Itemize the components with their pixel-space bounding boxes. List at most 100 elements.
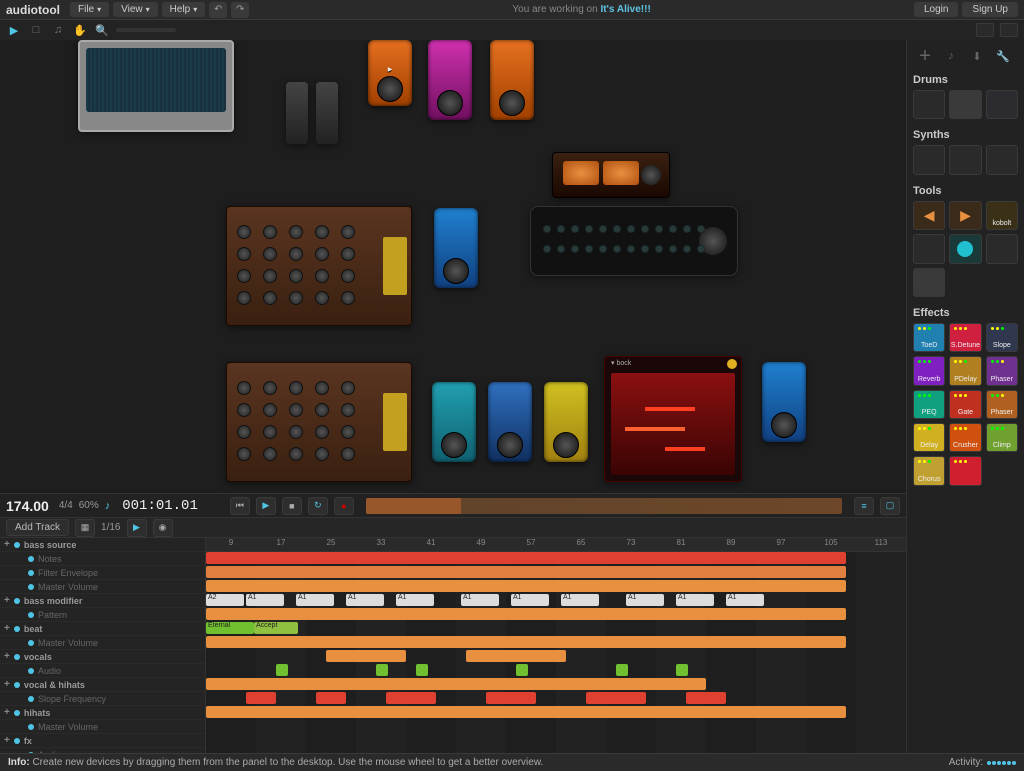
seq-step[interactable] [613, 225, 621, 233]
knob[interactable] [341, 269, 355, 283]
fx-pdelay[interactable]: PDelay [949, 356, 981, 385]
tool-next[interactable]: ▶ [949, 201, 981, 230]
automation-row[interactable]: Audio [0, 664, 205, 678]
drum-machine-3[interactable] [986, 90, 1018, 119]
knob[interactable] [237, 447, 251, 461]
seq-step[interactable] [557, 245, 565, 253]
zoom-slider[interactable] [116, 28, 176, 32]
seq-step[interactable] [697, 245, 705, 253]
knob[interactable] [341, 381, 355, 395]
seq-step[interactable] [585, 245, 593, 253]
knob[interactable] [289, 291, 303, 305]
knob[interactable] [341, 247, 355, 261]
fx-slope[interactable]: Slope [986, 323, 1018, 352]
seq-step[interactable] [543, 245, 551, 253]
stop-icon[interactable]: □ [28, 23, 44, 37]
snap-value[interactable]: 1/16 [101, 522, 120, 533]
expand-icon[interactable]: + [4, 595, 10, 606]
expand-icon[interactable]: + [4, 651, 10, 662]
fx-red[interactable] [949, 456, 981, 485]
fx-sdetune[interactable]: S.Detune [949, 323, 981, 352]
automation-row[interactable]: Audio [0, 748, 205, 753]
pedal-blue-2[interactable] [488, 382, 532, 462]
track-row[interactable]: +vocals [0, 650, 205, 664]
fx-phaser2[interactable]: Phaser [986, 390, 1018, 419]
expand-icon[interactable]: + [4, 539, 10, 550]
drum-machine-2[interactable] [949, 90, 981, 119]
pedal-magenta[interactable] [428, 40, 472, 120]
undo-button[interactable]: ↶ [209, 2, 227, 18]
stop-button[interactable]: ■ [282, 497, 302, 515]
track-row[interactable]: +bass modifier [0, 594, 205, 608]
fx-chorus[interactable]: Chorus [913, 456, 945, 485]
knob[interactable] [341, 403, 355, 417]
device-bock-display[interactable]: ▾ bock [604, 356, 742, 482]
expand-icon[interactable]: + [4, 735, 10, 746]
device-synth-1[interactable] [226, 206, 412, 326]
knob[interactable] [263, 403, 277, 417]
track-row[interactable]: +vocal & hihats [0, 678, 205, 692]
fx-reverb[interactable]: Reverb [913, 356, 945, 385]
tool-pulse[interactable] [949, 234, 981, 263]
expand-icon[interactable]: + [4, 679, 10, 690]
knob[interactable] [237, 291, 251, 305]
play-icon[interactable]: ▶ [6, 23, 22, 37]
seq-step[interactable] [627, 245, 635, 253]
tempo-display[interactable]: 174.00 [6, 498, 49, 514]
automation-row[interactable]: Master Volume [0, 636, 205, 650]
menu-file[interactable]: File [70, 2, 109, 17]
knob[interactable] [263, 447, 277, 461]
time-signature[interactable]: 4/4 [59, 500, 73, 511]
knob[interactable] [315, 291, 329, 305]
knob[interactable] [315, 247, 329, 261]
tune-icon[interactable]: ♪ [943, 48, 959, 64]
fx-toed[interactable]: ToeD [913, 323, 945, 352]
seq-step[interactable] [557, 225, 565, 233]
wrench-icon[interactable]: 🔧 [995, 48, 1011, 64]
minimap-2[interactable] [1000, 23, 1018, 37]
seq-step[interactable] [627, 225, 635, 233]
knob[interactable] [237, 425, 251, 439]
knob[interactable] [315, 381, 329, 395]
folder-icon[interactable]: ▢ [880, 497, 900, 515]
snap-metronome-icon[interactable]: ◉ [153, 519, 173, 537]
knob[interactable] [315, 269, 329, 283]
knob[interactable] [289, 269, 303, 283]
seq-step[interactable] [655, 225, 663, 233]
synth-keys[interactable] [949, 145, 981, 174]
track-row[interactable]: +beat [0, 622, 205, 636]
menu-help[interactable]: Help [162, 2, 206, 17]
pedal-yellow[interactable] [544, 382, 588, 462]
grab-icon[interactable]: ✋ [72, 23, 88, 37]
device-oscilloscope[interactable] [78, 40, 234, 132]
knob[interactable] [289, 447, 303, 461]
seq-step[interactable] [641, 245, 649, 253]
pedal-teal[interactable] [432, 382, 476, 462]
fx-peq[interactable]: PEQ [913, 390, 945, 419]
knob[interactable] [341, 425, 355, 439]
knob[interactable] [289, 247, 303, 261]
knob[interactable] [263, 381, 277, 395]
knob[interactable] [289, 381, 303, 395]
automation-row[interactable]: Notes [0, 552, 205, 566]
grid-icon[interactable]: ▦ [75, 519, 95, 537]
knob[interactable] [263, 269, 277, 283]
expand-icon[interactable]: + [4, 623, 10, 634]
automation-row[interactable]: Master Volume [0, 720, 205, 734]
signup-button[interactable]: Sign Up [962, 2, 1018, 17]
knob[interactable] [315, 425, 329, 439]
fx-delay[interactable]: Delay [913, 423, 945, 452]
device-amp-vu[interactable] [552, 152, 670, 198]
fx-phaser[interactable]: Phaser [986, 356, 1018, 385]
device-module-2[interactable] [316, 82, 338, 144]
minimap-1[interactable] [976, 23, 994, 37]
automation-row[interactable]: Filter Envelope [0, 566, 205, 580]
search-icon[interactable]: 🔍 [94, 23, 110, 37]
knob[interactable] [289, 403, 303, 417]
expand-icon[interactable]: + [4, 707, 10, 718]
seq-step[interactable] [571, 245, 579, 253]
track-grid[interactable]: 91725334149576573818997105113 A2 A1 A1 A… [206, 538, 906, 753]
list-icon[interactable]: ≡ [854, 497, 874, 515]
knob[interactable] [341, 447, 355, 461]
download-icon[interactable]: ⬇ [969, 48, 985, 64]
